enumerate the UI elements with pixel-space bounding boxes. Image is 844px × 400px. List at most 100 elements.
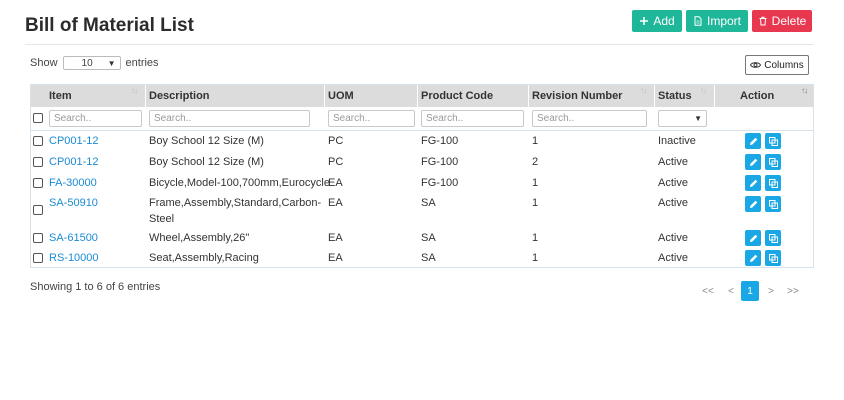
- uom-cell: EA: [328, 232, 343, 244]
- add-button[interactable]: Add: [632, 10, 682, 32]
- copy-icon: [768, 233, 778, 243]
- columns-button-label: Columns: [764, 59, 804, 71]
- row-checkbox[interactable]: [33, 253, 43, 263]
- description-cell: Boy School 12 Size (M): [149, 156, 264, 168]
- prev-page-button[interactable]: <: [722, 281, 740, 301]
- revision-cell: 1: [532, 252, 539, 264]
- pencil-icon: [749, 254, 757, 262]
- item-link[interactable]: SA-50910: [49, 196, 98, 210]
- status-filter-select[interactable]: ▼: [658, 110, 707, 127]
- page-1-button[interactable]: 1: [741, 281, 759, 301]
- item-link[interactable]: RS-10000: [49, 251, 99, 265]
- header-status[interactable]: Status: [658, 85, 692, 107]
- header-divider: [145, 85, 146, 107]
- product-code-cell: SA: [421, 252, 436, 264]
- copy-button[interactable]: [765, 196, 781, 212]
- chevron-down-icon: ▼: [107, 58, 116, 68]
- description-cell: Bicycle,Model-100,700mm,Eurocycle: [149, 177, 330, 189]
- header-product-code[interactable]: Product Code: [421, 85, 493, 107]
- copy-button[interactable]: [765, 230, 781, 246]
- delete-button[interactable]: Delete: [752, 10, 812, 32]
- header-divider: [654, 85, 655, 107]
- entries-label: entries: [125, 57, 159, 69]
- file-icon: [694, 16, 702, 26]
- uom-cell: EA: [328, 252, 343, 264]
- product-code-cell: FG-100: [421, 177, 459, 189]
- copy-button[interactable]: [765, 154, 781, 170]
- select-all-checkbox[interactable]: [33, 113, 43, 123]
- last-page-button[interactable]: >>: [782, 281, 804, 301]
- product-code-cell: FG-100: [421, 135, 459, 147]
- edit-button[interactable]: [745, 133, 761, 149]
- copy-icon: [768, 157, 778, 167]
- entries-select[interactable]: 10 ▼: [62, 56, 121, 70]
- description-cell-line-2: Steel: [149, 213, 175, 225]
- copy-button[interactable]: [765, 250, 781, 266]
- pencil-icon: [749, 234, 757, 242]
- uom-cell: EA: [328, 177, 343, 189]
- revision-cell: 2: [532, 156, 539, 168]
- edit-button[interactable]: [745, 230, 761, 246]
- product-code-cell: FG-100: [421, 156, 459, 168]
- revision-cell: 1: [532, 197, 539, 209]
- first-page-button[interactable]: <<: [697, 281, 719, 301]
- header-revision[interactable]: Revision Number: [532, 85, 622, 107]
- header-uom[interactable]: UOM: [328, 85, 354, 107]
- revision-search-input[interactable]: Search..: [532, 110, 647, 127]
- next-page-button[interactable]: >: [762, 281, 780, 301]
- row-checkbox[interactable]: [33, 233, 43, 243]
- product-code-cell: SA: [421, 197, 436, 209]
- bom-table: Item ↑↓ Description UOM Product Code Rev…: [30, 84, 814, 268]
- sort-icon[interactable]: ↑↓: [801, 86, 808, 95]
- revision-cell: 1: [532, 177, 539, 189]
- plus-icon: [640, 17, 649, 25]
- revision-cell: 1: [532, 232, 539, 244]
- uom-cell: PC: [328, 135, 344, 147]
- add-button-label: Add: [653, 14, 675, 28]
- status-cell: Active: [658, 156, 688, 168]
- edit-button[interactable]: [745, 154, 761, 170]
- item-link[interactable]: CP001-12: [49, 134, 99, 148]
- copy-icon: [768, 178, 778, 188]
- status-cell: Active: [658, 232, 688, 244]
- eye-icon: [750, 62, 762, 68]
- pencil-icon: [749, 179, 757, 187]
- header-divider: [324, 85, 325, 107]
- chevron-down-icon: ▼: [694, 114, 702, 123]
- sort-icon[interactable]: ↑↓: [700, 86, 707, 95]
- item-link[interactable]: FA-30000: [49, 176, 97, 190]
- header-action: Action: [740, 90, 775, 102]
- edit-button[interactable]: [745, 175, 761, 191]
- row-checkbox[interactable]: [33, 205, 43, 215]
- sort-icon[interactable]: ↑↓: [640, 86, 647, 95]
- sort-icon[interactable]: ↑↓: [131, 86, 138, 95]
- row-checkbox[interactable]: [33, 157, 43, 167]
- product-code-search-input[interactable]: Search..: [421, 110, 524, 127]
- columns-button[interactable]: Columns: [745, 55, 809, 75]
- uom-search-input[interactable]: Search..: [328, 110, 415, 127]
- edit-button[interactable]: [745, 250, 761, 266]
- header-divider: [528, 85, 529, 107]
- row-checkbox[interactable]: [33, 136, 43, 146]
- item-link[interactable]: SA-61500: [49, 231, 98, 245]
- uom-cell: EA: [328, 197, 343, 209]
- status-cell: Active: [658, 252, 688, 264]
- item-search-input[interactable]: Search..: [49, 110, 142, 127]
- header-description[interactable]: Description: [149, 85, 210, 107]
- title-divider: [25, 44, 814, 45]
- item-link[interactable]: CP001-12: [49, 155, 99, 169]
- description-search-input[interactable]: Search..: [149, 110, 310, 127]
- trash-icon: [759, 16, 767, 26]
- copy-button[interactable]: [765, 133, 781, 149]
- copy-button[interactable]: [765, 175, 781, 191]
- edit-button[interactable]: [745, 196, 761, 212]
- show-label: Show: [30, 57, 58, 69]
- pencil-icon: [749, 137, 757, 145]
- header-item[interactable]: Item: [49, 85, 72, 107]
- header-divider: [714, 85, 715, 107]
- row-checkbox[interactable]: [33, 178, 43, 188]
- copy-icon: [768, 199, 778, 209]
- status-cell: Inactive: [658, 135, 696, 147]
- import-button[interactable]: Import: [686, 10, 748, 32]
- description-cell: Seat,Assembly,Racing: [149, 252, 259, 264]
